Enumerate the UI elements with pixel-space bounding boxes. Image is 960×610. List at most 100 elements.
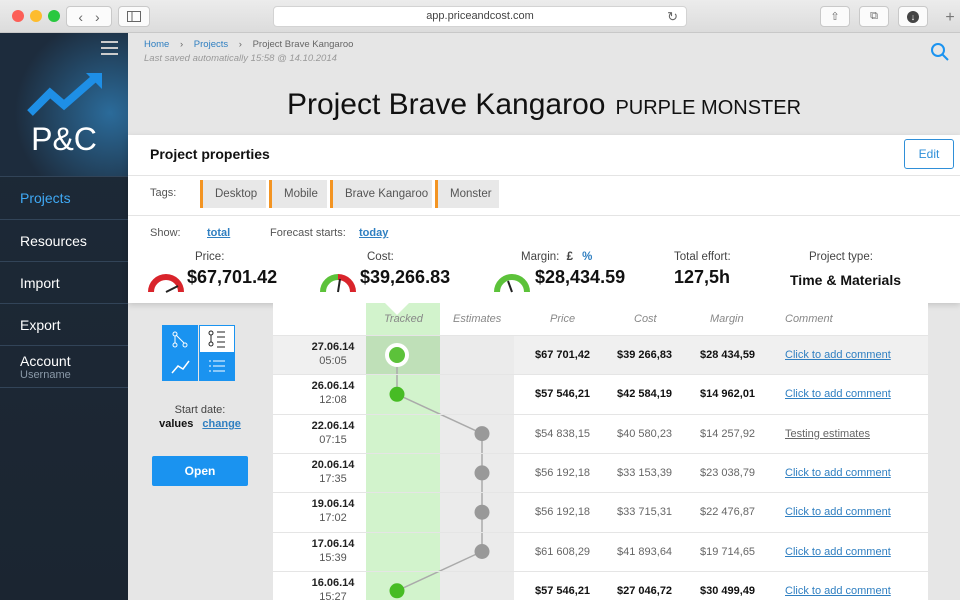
sidebar-item-import[interactable]: Import bbox=[0, 261, 128, 303]
sidebar-item-resources[interactable]: Resources bbox=[0, 219, 128, 261]
show-total-link[interactable]: total bbox=[207, 227, 230, 239]
address-bar[interactable]: app.priceandcost.com ↻ bbox=[273, 6, 687, 27]
tags-label: Tags: bbox=[150, 187, 177, 199]
project-type-value: Time & Materials bbox=[790, 272, 902, 288]
row-time: 07:15 bbox=[319, 433, 347, 446]
row-time: 17:35 bbox=[319, 472, 347, 485]
row-comment[interactable]: Click to add comment bbox=[785, 506, 891, 518]
start-date: Start date: values change bbox=[150, 404, 250, 430]
branch-icon bbox=[172, 331, 188, 348]
tabs-button[interactable]: ⧉ bbox=[859, 6, 889, 27]
row-time: 17:02 bbox=[319, 512, 347, 525]
project-title: Project Brave Kangaroo bbox=[286, 88, 606, 121]
row-cost: $33 153,39 bbox=[617, 466, 673, 479]
row-price: $57 546,21 bbox=[535, 584, 591, 597]
row-time: 05:05 bbox=[319, 355, 347, 367]
tabs-icon: ⧉ bbox=[870, 10, 878, 22]
line-chart-icon bbox=[171, 360, 190, 374]
row-margin: $22 476,87 bbox=[700, 506, 756, 519]
sidebar-item-label: Resources bbox=[20, 233, 87, 249]
share-button[interactable]: ⇧ bbox=[820, 6, 850, 27]
row-margin: $14 257,92 bbox=[700, 427, 756, 440]
reload-icon[interactable]: ↻ bbox=[667, 7, 678, 26]
table-row[interactable]: 16.06.14 15:27 $57 546,21 $27 046,72 $30 499… bbox=[273, 570, 928, 610]
sidebar-item-export[interactable]: Export bbox=[0, 303, 128, 345]
row-cost: $41 893,64 bbox=[617, 545, 673, 558]
row-price: $56 192,18 bbox=[535, 506, 591, 519]
row-cost: $40 580,23 bbox=[617, 427, 673, 440]
row-price: $56 192,18 bbox=[535, 466, 591, 479]
new-tab-button[interactable]: + bbox=[940, 8, 960, 28]
minimize-window-button[interactable] bbox=[30, 10, 42, 22]
sidebar-toggle-button[interactable] bbox=[118, 6, 150, 27]
table-row[interactable]: 22.06.14 07:15 $54 838,15 $40 580,23 $14 257… bbox=[273, 413, 928, 453]
project-subtitle: PURPLE MONSTER bbox=[615, 97, 802, 119]
tag-label: Monster bbox=[450, 188, 492, 200]
tag-desktop[interactable]: Desktop bbox=[200, 180, 266, 208]
sidebar-item-projects[interactable]: Projects bbox=[0, 176, 128, 218]
logo-text: P&C bbox=[31, 121, 97, 157]
view-graph-button[interactable] bbox=[162, 325, 198, 353]
hamburger-menu-icon[interactable] bbox=[101, 41, 118, 55]
forward-icon[interactable]: › bbox=[95, 9, 100, 25]
tag-mobile[interactable]: Mobile bbox=[269, 180, 327, 208]
tag-brave-kangaroo[interactable]: Brave Kangaroo bbox=[330, 180, 432, 208]
table-row[interactable]: 20.06.14 17:35 $56 192,18 $33 153,39 $23 038… bbox=[273, 452, 928, 492]
row-comment[interactable]: Click to add comment bbox=[785, 388, 891, 400]
close-window-button[interactable] bbox=[12, 10, 24, 22]
row-time: 12:08 bbox=[319, 394, 347, 407]
search-icon[interactable] bbox=[930, 42, 950, 62]
list-icon bbox=[209, 360, 225, 372]
row-comment[interactable]: Click to add comment bbox=[785, 546, 891, 558]
sidebar-icon bbox=[127, 11, 141, 22]
row-comment[interactable]: Click to add comment bbox=[785, 349, 891, 361]
divider bbox=[128, 215, 960, 216]
row-comment[interactable]: Testing estimates bbox=[785, 428, 870, 440]
view-chart-button[interactable] bbox=[162, 353, 198, 381]
cost-value: $39,266.83 bbox=[360, 267, 451, 287]
effort-label: Total effort: bbox=[674, 251, 731, 263]
breadcrumb-projects[interactable]: Projects bbox=[194, 39, 228, 50]
open-button[interactable]: Open bbox=[152, 456, 248, 486]
back-icon[interactable]: ‹ bbox=[78, 9, 83, 25]
row-comment[interactable]: Click to add comment bbox=[785, 585, 891, 597]
show-label: Show: bbox=[150, 227, 181, 239]
breadcrumb-current: Project Brave Kangaroo bbox=[252, 39, 354, 50]
downloads-button[interactable]: ↓ bbox=[898, 6, 928, 27]
view-tree-button[interactable] bbox=[199, 325, 235, 353]
sidebar-item-account[interactable]: Account Username bbox=[0, 345, 128, 388]
forecast-today-link[interactable]: today bbox=[359, 227, 388, 239]
username-label: Username bbox=[20, 369, 71, 381]
view-list-button[interactable] bbox=[199, 353, 235, 381]
tag-label: Mobile bbox=[284, 188, 318, 200]
sidebar-item-label: Export bbox=[20, 317, 61, 333]
row-date: 16.06.14 bbox=[311, 576, 355, 589]
browser-toolbar: ‹ › app.priceandcost.com ↻ ⇧ ⧉ ↓ + bbox=[0, 0, 960, 33]
margin-label: Margin: £ % bbox=[521, 251, 593, 263]
breadcrumb: Home › Projects › Project Brave Kangaroo bbox=[144, 39, 354, 50]
tag-monster[interactable]: Monster bbox=[435, 180, 499, 208]
row-time: 15:27 bbox=[319, 590, 347, 603]
row-margin: $23 038,79 bbox=[700, 466, 756, 479]
zoom-window-button[interactable] bbox=[48, 10, 60, 22]
history-table: Tracked Estimates Price Cost Margin Comm… bbox=[273, 303, 928, 603]
breadcrumb-home[interactable]: Home bbox=[144, 39, 169, 50]
table-row[interactable]: 27.06.14 05:05 $67 701,42 $39 266,83 $28 434… bbox=[273, 335, 928, 374]
sidebar: P&C Projects Resources Import Export Acc… bbox=[0, 33, 128, 600]
margin-gauge-icon bbox=[494, 274, 530, 293]
row-margin: $30 499,49 bbox=[700, 584, 756, 597]
row-date: 19.06.14 bbox=[311, 498, 355, 511]
change-start-link[interactable]: change bbox=[202, 418, 241, 430]
tree-list-icon bbox=[208, 330, 225, 348]
edit-button[interactable]: Edit bbox=[904, 139, 954, 169]
start-date-value: values bbox=[159, 418, 194, 430]
row-cost: $42 584,19 bbox=[617, 388, 673, 401]
price-gauge-icon bbox=[148, 274, 184, 293]
row-margin: $28 434,59 bbox=[700, 349, 756, 361]
table-row[interactable]: 17.06.14 15:39 $61 608,29 $41 893,64 $19 714… bbox=[273, 531, 928, 571]
table-row[interactable]: 26.06.14 12:08 $57 546,21 $42 584,19 $14 962… bbox=[273, 374, 928, 413]
table-row[interactable]: 19.06.14 17:02 $56 192,18 $33 715,31 $22 476… bbox=[273, 492, 928, 531]
row-comment[interactable]: Click to add comment bbox=[785, 467, 891, 479]
url-text: app.priceandcost.com bbox=[426, 10, 534, 22]
start-date-label: Start date: bbox=[174, 404, 226, 416]
